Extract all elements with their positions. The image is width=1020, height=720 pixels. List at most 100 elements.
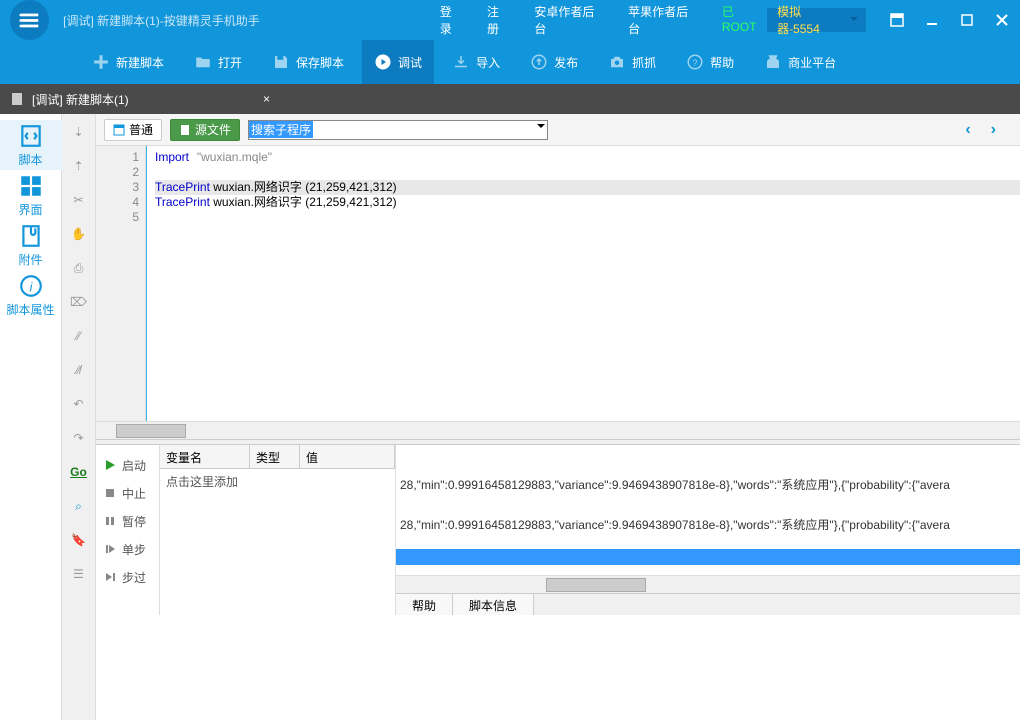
folder-icon — [194, 53, 212, 71]
ios-backend-link[interactable]: 苹果作者后台 — [628, 3, 698, 37]
maximize-button[interactable] — [950, 0, 985, 40]
nav-script-label: 脚本 — [18, 151, 42, 168]
code-string: "wuxian.mqle" — [197, 150, 272, 164]
camera-icon — [608, 53, 626, 71]
help-icon: ? — [686, 53, 704, 71]
new-script-button[interactable]: 新建脚本 — [80, 40, 176, 84]
nav-props[interactable]: i脚本属性 — [0, 270, 62, 320]
scrollbar-thumb[interactable] — [116, 424, 186, 438]
upload-icon — [530, 53, 548, 71]
step-icon — [104, 543, 116, 555]
tool-uncomment-icon[interactable]: ⁄⁄̸ — [67, 358, 91, 382]
output-tab-help[interactable]: 帮助 — [396, 594, 453, 615]
close-icon — [995, 13, 1009, 27]
new-label: 新建脚本 — [116, 54, 164, 71]
code-text: wuxian.网络识字 (21,259,421,312) — [210, 195, 397, 209]
help-button[interactable]: ? 帮助 — [674, 40, 746, 84]
titlebar: [调试] 新建脚本(1)-按键精灵手机助手 登录 注册 安卓作者后台 苹果作者后… — [0, 0, 1020, 40]
nav-script[interactable]: 脚本 — [0, 120, 62, 170]
svg-text:?: ? — [693, 58, 698, 68]
menu-icon — [19, 9, 41, 31]
publish-button[interactable]: 发布 — [518, 40, 590, 84]
tool-comment-icon[interactable]: ⁄⁄ — [67, 324, 91, 348]
android-backend-link[interactable]: 安卓作者后台 — [534, 3, 604, 37]
debug-stepover-button[interactable]: 步过 — [96, 563, 159, 591]
nav-next-button[interactable]: › — [991, 121, 996, 139]
script-icon — [18, 123, 44, 149]
variables-panel: 变量名 类型 值 点击这里添加 — [160, 445, 396, 615]
open-button[interactable]: 打开 — [182, 40, 254, 84]
document-tab[interactable]: [调试] 新建脚本(1) × — [0, 84, 280, 114]
left-nav: 脚本 界面 附件 i脚本属性 — [0, 114, 62, 720]
mode-source-button[interactable]: 源文件 — [170, 119, 240, 141]
info-icon: i — [18, 273, 44, 299]
tool-up-icon[interactable]: ⇡ — [67, 154, 91, 178]
code-area[interactable]: Import "wuxian.mqle" TracePrint wuxian.网… — [146, 146, 1020, 421]
money-icon — [764, 53, 782, 71]
capture-button[interactable]: 抓抓 — [596, 40, 668, 84]
nav-ui[interactable]: 界面 — [0, 170, 62, 220]
tool-list-icon[interactable]: ☰ — [67, 562, 91, 586]
tool-redo-icon[interactable]: ↷ — [67, 426, 91, 450]
window-icon — [113, 124, 125, 136]
main-menu-button[interactable] — [10, 0, 49, 40]
variables-add-hint[interactable]: 点击这里添加 — [160, 469, 395, 494]
editor-tool-column: ⇣ ⇡ ✂ ✋ ⎙ ⌦ ⁄⁄ ⁄⁄̸ ↶ ↷ Go ⌕ 🔖 ☰ — [62, 114, 96, 720]
login-link[interactable]: 登录 — [440, 3, 463, 37]
code-editor[interactable]: 12345 Import "wuxian.mqle" TracePrint wu… — [96, 146, 1020, 421]
capture-label: 抓抓 — [632, 54, 656, 71]
open-label: 打开 — [218, 54, 242, 71]
debug-controls: 启动 中止 暂停 单步 步过 — [96, 445, 160, 615]
window-compact-button[interactable] — [880, 0, 915, 40]
stop-label: 中止 — [122, 485, 146, 502]
debug-stop-button[interactable]: 中止 — [96, 479, 159, 507]
minimize-button[interactable] — [915, 0, 950, 40]
device-selector[interactable]: 模拟器-5554 — [767, 8, 866, 32]
debug-step-button[interactable]: 单步 — [96, 535, 159, 563]
svg-text:i: i — [29, 279, 33, 294]
play-circle-icon — [374, 53, 392, 71]
search-placeholder-text: 搜索子程序 — [249, 121, 313, 138]
tool-tag-icon[interactable]: ⌦ — [67, 290, 91, 314]
output-text: 28,"min":0.99916458129883,"variance":9.9… — [396, 445, 1020, 545]
search-subroutine-box[interactable]: 搜索子程序 — [248, 120, 548, 140]
import-button[interactable]: 导入 — [440, 40, 512, 84]
close-button[interactable] — [985, 0, 1020, 40]
save-button[interactable]: 保存脚本 — [260, 40, 356, 84]
tool-bookmark-icon[interactable]: 🔖 — [67, 528, 91, 552]
grid-icon — [18, 173, 44, 199]
output-line: 28,"min":0.99916458129883,"variance":9.9… — [400, 465, 1016, 505]
editor-h-scrollbar[interactable] — [96, 421, 1020, 439]
nav-attach[interactable]: 附件 — [0, 220, 62, 270]
help-label: 帮助 — [710, 54, 734, 71]
tool-down-icon[interactable]: ⇣ — [67, 120, 91, 144]
tool-go-icon[interactable]: Go — [67, 460, 91, 484]
chevron-down-icon[interactable] — [537, 124, 545, 132]
scrollbar-thumb[interactable] — [546, 578, 646, 592]
tool-cut-icon[interactable]: ✂ — [67, 188, 91, 212]
compact-icon — [890, 13, 904, 27]
tool-undo-icon[interactable]: ↶ — [67, 392, 91, 416]
tool-hand-icon[interactable]: ✋ — [67, 222, 91, 246]
debug-start-button[interactable]: 启动 — [96, 451, 159, 479]
import-label: 导入 — [476, 54, 500, 71]
publish-label: 发布 — [554, 54, 578, 71]
file-icon — [10, 92, 24, 106]
debug-button[interactable]: 调试 — [362, 40, 434, 84]
tool-find-icon[interactable]: ⌕ — [67, 494, 91, 518]
debug-pause-button[interactable]: 暂停 — [96, 507, 159, 535]
tool-paste-icon[interactable]: ⎙ — [67, 256, 91, 280]
nav-prev-button[interactable]: ‹ — [965, 121, 970, 139]
stop-icon — [104, 487, 116, 499]
output-tab-scriptinfo[interactable]: 脚本信息 — [453, 594, 534, 615]
output-h-scrollbar[interactable] — [396, 575, 1020, 593]
doc-icon — [179, 124, 191, 136]
editor-mode-bar: 普通 源文件 搜索子程序 ‹ › — [96, 114, 1020, 146]
plus-icon — [92, 53, 110, 71]
title-links: 登录 注册 安卓作者后台 苹果作者后台 已ROOT — [440, 3, 767, 37]
market-button[interactable]: 商业平台 — [752, 40, 848, 84]
register-link[interactable]: 注册 — [487, 3, 510, 37]
mode-normal-button[interactable]: 普通 — [104, 119, 162, 141]
root-status: 已ROOT — [722, 3, 767, 37]
tab-close-button[interactable]: × — [263, 92, 270, 106]
